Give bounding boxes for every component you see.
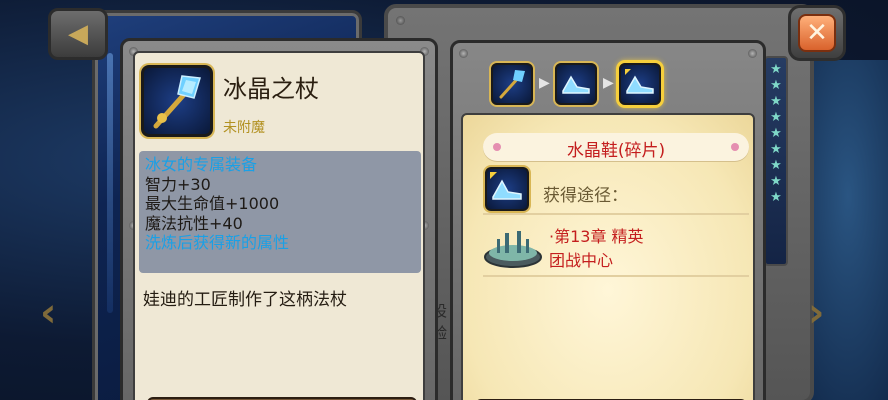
star-icon: ★ — [770, 94, 782, 109]
item-flavor-text: 娃迪的工匠制作了这柄法杖 — [143, 290, 347, 310]
breadcrumb-crystal-shoe-fragment-icon[interactable] — [619, 63, 661, 105]
breadcrumb-crystal-shoe-icon[interactable] — [555, 63, 597, 105]
item-enchant-status: 未附魔 — [223, 120, 265, 136]
acquire-label: 获得途径： — [543, 186, 628, 206]
close-button[interactable]: ✕ — [788, 5, 846, 61]
star-icon: ★ — [770, 78, 782, 93]
star-icon: ★ — [770, 158, 782, 173]
star-icon: ★ — [770, 190, 782, 205]
item-detail-panel: 冰晶之杖 未附魔 冰女的专属装备 智力+30 最大生命值+1000 魔法抗性+4… — [120, 38, 438, 400]
star-icon: ★ — [770, 126, 782, 141]
stat-line: 最大生命值+1000 — [145, 194, 280, 213]
stat-line: 魔法抗性+40 — [145, 213, 243, 233]
stat-line: 智力+30 — [145, 174, 211, 194]
star-icon: ★ — [770, 142, 782, 157]
item-source-panel: ▶ ▶ 水晶鞋(碎片) 获得途径： ·第13章 精英 团战中心 — [450, 40, 766, 400]
breadcrumb-arrow-icon: ▶ — [603, 75, 614, 91]
item-name: 冰晶之杖 — [223, 75, 319, 103]
next-chevron-icon[interactable]: › — [808, 290, 824, 336]
battle-arena-icon — [483, 225, 543, 271]
fragment-title-banner: 水晶鞋(碎片) — [483, 133, 749, 161]
star-icon: ★ — [770, 110, 782, 125]
back-button[interactable]: ◀ — [48, 8, 108, 60]
breadcrumb-crystal-staff-icon[interactable] — [491, 63, 533, 105]
source-chapter-text: ·第13章 精英 — [549, 227, 644, 246]
back-arrow-icon: ◀ — [68, 19, 88, 49]
previous-chevron-icon[interactable]: ‹ — [40, 290, 56, 336]
star-icon: ★ — [770, 174, 782, 189]
stat-line: 冰女的专属装备 — [145, 155, 258, 174]
close-icon: ✕ — [806, 18, 828, 48]
stat-line: 洗炼后获得新的属性 — [145, 233, 290, 252]
source-entry[interactable]: ·第13章 精英 团战中心 — [483, 219, 749, 273]
item-stats-box: 冰女的专属装备 智力+30 最大生命值+1000 魔法抗性+40 洗炼后获得新的… — [139, 151, 421, 273]
crystal-shoe-fragment-icon — [485, 167, 529, 211]
divider — [483, 275, 749, 277]
fragment-title: 水晶鞋(碎片) — [566, 141, 666, 161]
source-location-text: 团战中心 — [549, 251, 614, 270]
divider — [483, 213, 749, 215]
star-icon: ★ — [770, 62, 782, 77]
crystal-staff-icon — [141, 65, 213, 137]
breadcrumb-arrow-icon: ▶ — [539, 75, 550, 91]
star-rating-strip: ★ ★ ★ ★ ★ ★ ★ ★ ★ — [764, 56, 788, 266]
